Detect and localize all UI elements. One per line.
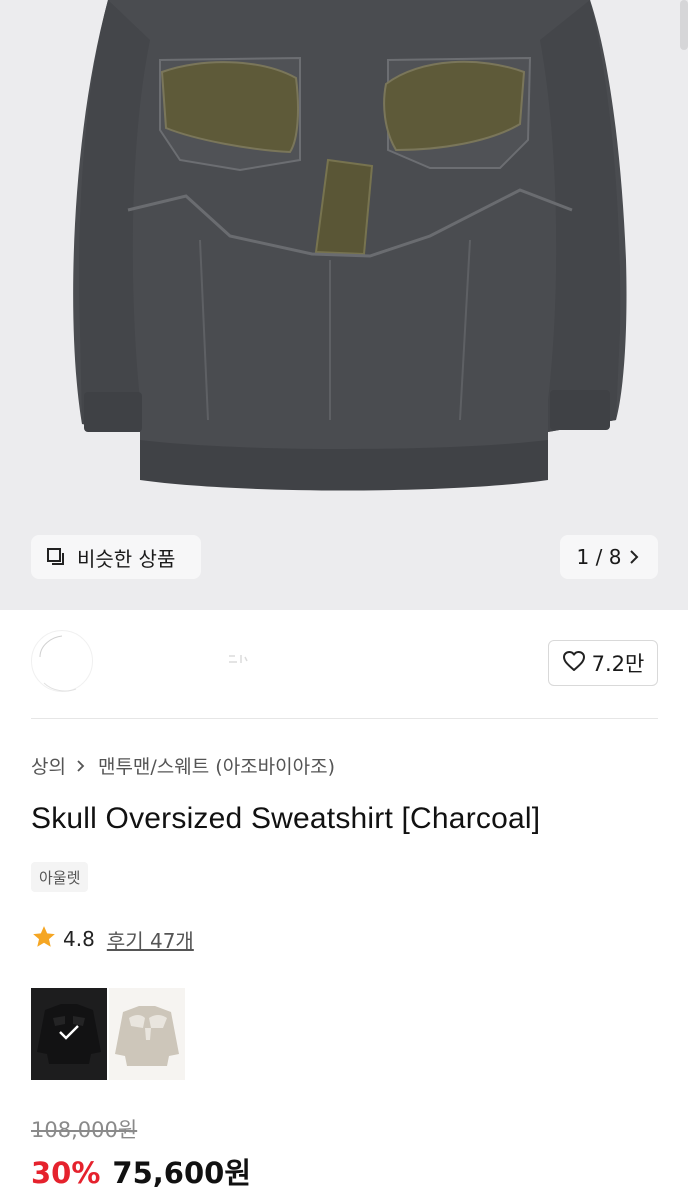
copy-square-icon [45,546,67,568]
rating-score: 4.8 [63,927,95,951]
brand-logo[interactable] [31,630,93,692]
price-row: 30% 75,600원 [31,1150,251,1192]
breadcrumb: 상의 맨투맨/스웨트 (아조바이아조) [31,752,335,779]
similar-products-label: 비슷한 상품 [77,546,176,571]
product-title: Skull Oversized Sweatshirt [Charcoal] [31,802,541,835]
brand-name-mark [229,655,248,663]
scroll-indicator [680,0,688,50]
brand-row: 7.2만 [31,630,658,700]
chevron-right-icon [629,549,641,565]
selected-overlay [31,988,107,1080]
color-option-charcoal[interactable] [31,988,107,1080]
outlet-badge: 아울렛 [31,862,89,892]
like-button[interactable]: 7.2만 [548,640,658,686]
star-icon [31,924,57,954]
similar-products-button[interactable]: 비슷한 상품 [31,535,201,579]
color-options [31,988,185,1080]
color-option-beige[interactable] [109,988,185,1080]
breadcrumb-subcategory[interactable]: 맨투맨/스웨트 (아조바이아조) [98,752,335,779]
discount-rate: 30% [31,1156,101,1190]
reviews-link[interactable]: 후기 47개 [107,925,194,954]
rating-row: 4.8 후기 47개 [31,924,194,954]
check-icon [58,1023,80,1045]
product-image-gallery[interactable]: 비슷한 상품 1 / 8 [0,0,688,610]
chevron-right-icon [76,758,88,774]
like-count: 7.2만 [591,652,645,676]
divider [31,718,658,719]
product-image [73,0,627,491]
image-page-indicator[interactable]: 1 / 8 [560,535,658,579]
beige-thumbnail [115,1006,179,1066]
page-indicator-text: 1 / 8 [576,545,622,569]
breadcrumb-category[interactable]: 상의 [31,752,66,779]
sale-price: 75,600원 [112,1156,252,1190]
heart-outline-icon [562,650,586,676]
original-price: 108,000원 [31,1118,138,1142]
